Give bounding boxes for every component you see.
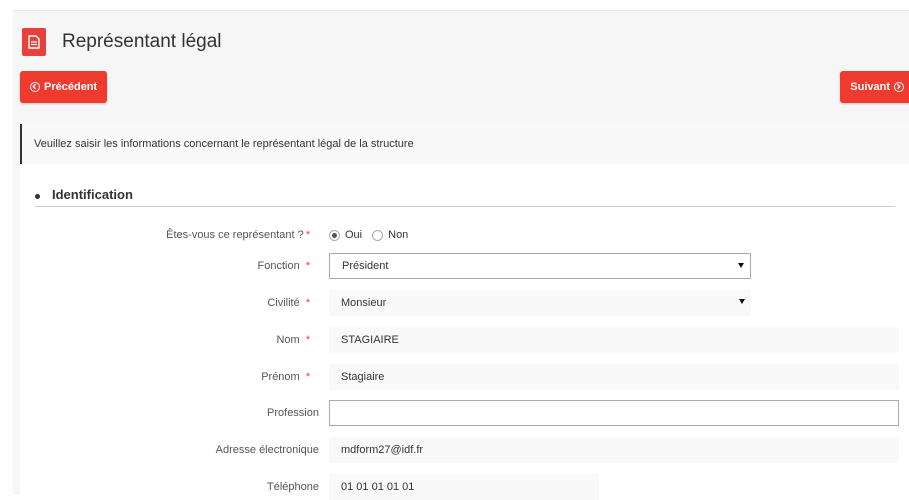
email-input[interactable]: mdform27@idf.fr bbox=[329, 437, 899, 463]
civilite-label: Civilité * bbox=[267, 297, 310, 309]
form-row-civilite: Civilité * Monsieur bbox=[13, 290, 909, 316]
representant-label: Êtes-vous ce représentant ? * bbox=[166, 229, 310, 241]
section-header: Identification bbox=[35, 187, 133, 202]
form-row-profession: Profession bbox=[13, 400, 909, 426]
radio-oui-button[interactable] bbox=[329, 229, 340, 241]
info-message-text: Veuillez saisir les informations concern… bbox=[34, 138, 414, 150]
fonction-label: Fonction * bbox=[257, 260, 310, 272]
form-row-representant: Êtes-vous ce représentant ? * Oui Non bbox=[13, 222, 909, 248]
radio-oui[interactable]: Oui bbox=[329, 229, 362, 241]
next-button[interactable]: Suivant bbox=[840, 71, 909, 103]
document-icon bbox=[22, 28, 46, 56]
fonction-select[interactable]: Président bbox=[329, 253, 751, 279]
previous-button[interactable]: Précédent bbox=[20, 71, 108, 103]
info-message: Veuillez saisir les informations concern… bbox=[20, 124, 909, 164]
civilite-select[interactable]: Monsieur bbox=[329, 290, 751, 316]
next-button-label: Suivant bbox=[850, 81, 890, 93]
form-row-nom: Nom * STAGIAIRE bbox=[13, 327, 909, 353]
required-mark: * bbox=[305, 260, 310, 272]
nom-label: Nom * bbox=[276, 334, 310, 346]
email-label: Adresse électronique bbox=[215, 444, 319, 456]
telephone-input[interactable]: 01 01 01 01 01 bbox=[329, 474, 599, 500]
form-row-prenom: Prénom * Stagiaire bbox=[13, 364, 909, 390]
telephone-label: Téléphone bbox=[267, 481, 319, 493]
circle-arrow-left-icon bbox=[30, 82, 40, 92]
section-divider bbox=[35, 206, 895, 207]
section-title: Identification bbox=[52, 187, 133, 202]
dropdown-arrow-icon bbox=[739, 299, 745, 304]
prenom-label: Prénom * bbox=[261, 371, 310, 383]
page-header: Représentant légal bbox=[22, 25, 222, 59]
prenom-input[interactable]: Stagiaire bbox=[329, 364, 899, 390]
radio-non[interactable]: Non bbox=[372, 229, 408, 241]
form-row-fonction: Fonction * Président bbox=[13, 253, 909, 279]
form-row-telephone: Téléphone 01 01 01 01 01 bbox=[13, 474, 909, 500]
required-mark: * bbox=[305, 297, 310, 309]
representant-radio-group: Oui Non bbox=[329, 222, 418, 248]
form-page: Représentant légal Précédent Suivant Veu… bbox=[13, 10, 909, 500]
form-row-email: Adresse électronique mdform27@idf.fr bbox=[13, 437, 909, 463]
profession-label: Profession bbox=[267, 407, 319, 419]
required-mark: * bbox=[305, 334, 310, 346]
circle-arrow-right-icon bbox=[894, 82, 904, 92]
required-mark: * bbox=[305, 371, 310, 383]
required-mark: * bbox=[305, 229, 310, 241]
profession-input[interactable] bbox=[329, 400, 899, 426]
dropdown-arrow-icon bbox=[738, 263, 744, 268]
radio-non-button[interactable] bbox=[372, 229, 384, 241]
nom-input[interactable]: STAGIAIRE bbox=[329, 327, 899, 353]
bullet-icon bbox=[35, 194, 40, 199]
previous-button-label: Précédent bbox=[44, 81, 98, 93]
page-title: Représentant légal bbox=[62, 31, 222, 52]
